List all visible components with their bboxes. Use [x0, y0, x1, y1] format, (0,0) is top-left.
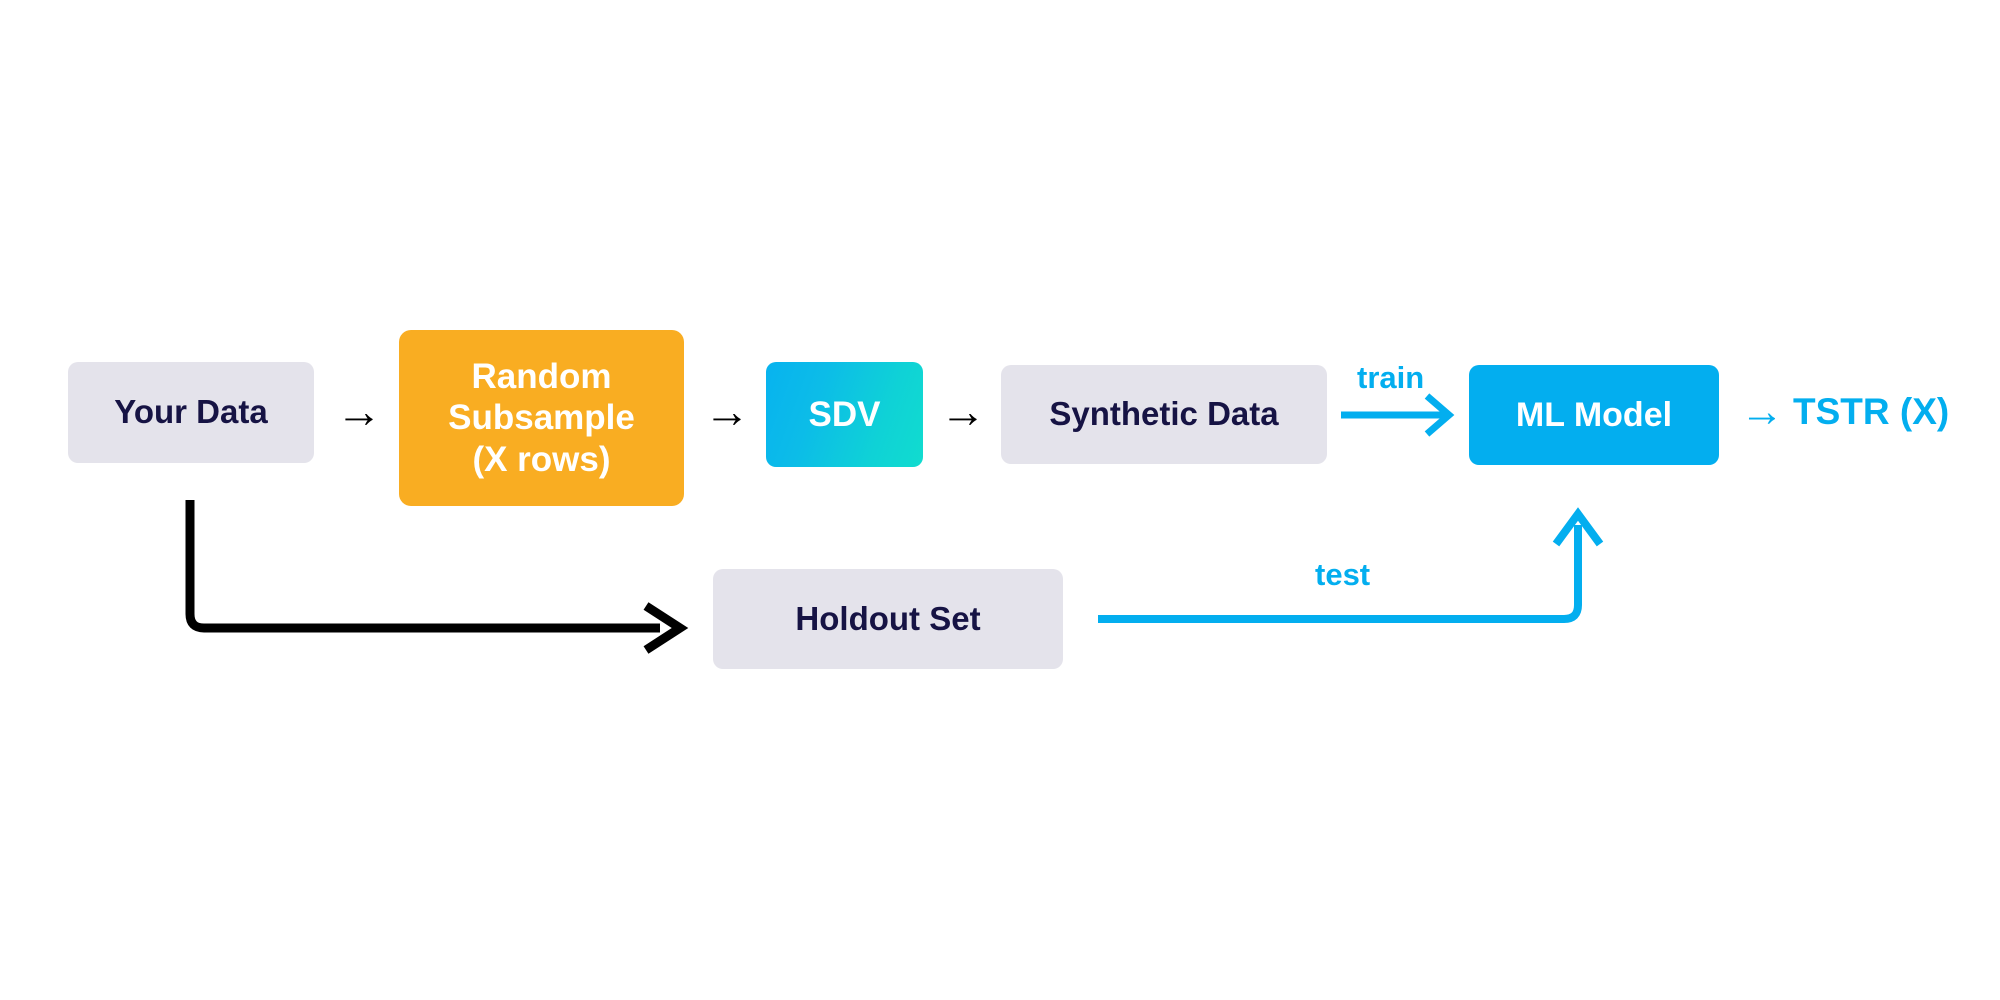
edge-label-train: train — [1357, 360, 1425, 395]
node-synthetic-data[interactable]: Synthetic Data — [1001, 365, 1327, 464]
diagram-canvas: Your Data → Random Subsample (X rows) → … — [0, 0, 2000, 1000]
elbow-arrow-yourdata-to-holdout — [185, 500, 660, 633]
arrowhead-train — [1424, 393, 1455, 437]
edge-label-test: test — [1315, 557, 1371, 592]
node-holdout-set-label: Holdout Set — [795, 599, 981, 637]
node-ml-model-label: ML Model — [1515, 395, 1673, 434]
connector-layer — [185, 393, 1604, 654]
arrow-right-icon-1: → — [336, 385, 382, 437]
node-sdv[interactable]: SDV — [766, 362, 923, 467]
arrow-right-icon-3: → — [940, 385, 986, 437]
node-holdout-set[interactable]: Holdout Set — [713, 569, 1063, 669]
elbow-arrowhead-holdout — [643, 602, 689, 654]
node-random-subsample-label: Random Subsample (X rows) — [448, 357, 635, 479]
node-ml-model[interactable]: ML Model — [1469, 365, 1719, 465]
node-your-data-label: Your Data — [114, 393, 268, 431]
arrow-right-icon-2: → — [704, 385, 750, 437]
node-synthetic-data-label: Synthetic Data — [1049, 395, 1279, 433]
output-label-tstr: TSTR (X) — [1793, 391, 1950, 432]
node-sdv-label: SDV — [808, 394, 881, 434]
elbow-arrowhead-mlmodel — [1552, 507, 1604, 547]
node-random-subsample[interactable]: Random Subsample (X rows) — [399, 330, 684, 506]
arrow-right-icon-4: → — [1740, 387, 1784, 436]
node-your-data[interactable]: Your Data — [68, 362, 314, 463]
